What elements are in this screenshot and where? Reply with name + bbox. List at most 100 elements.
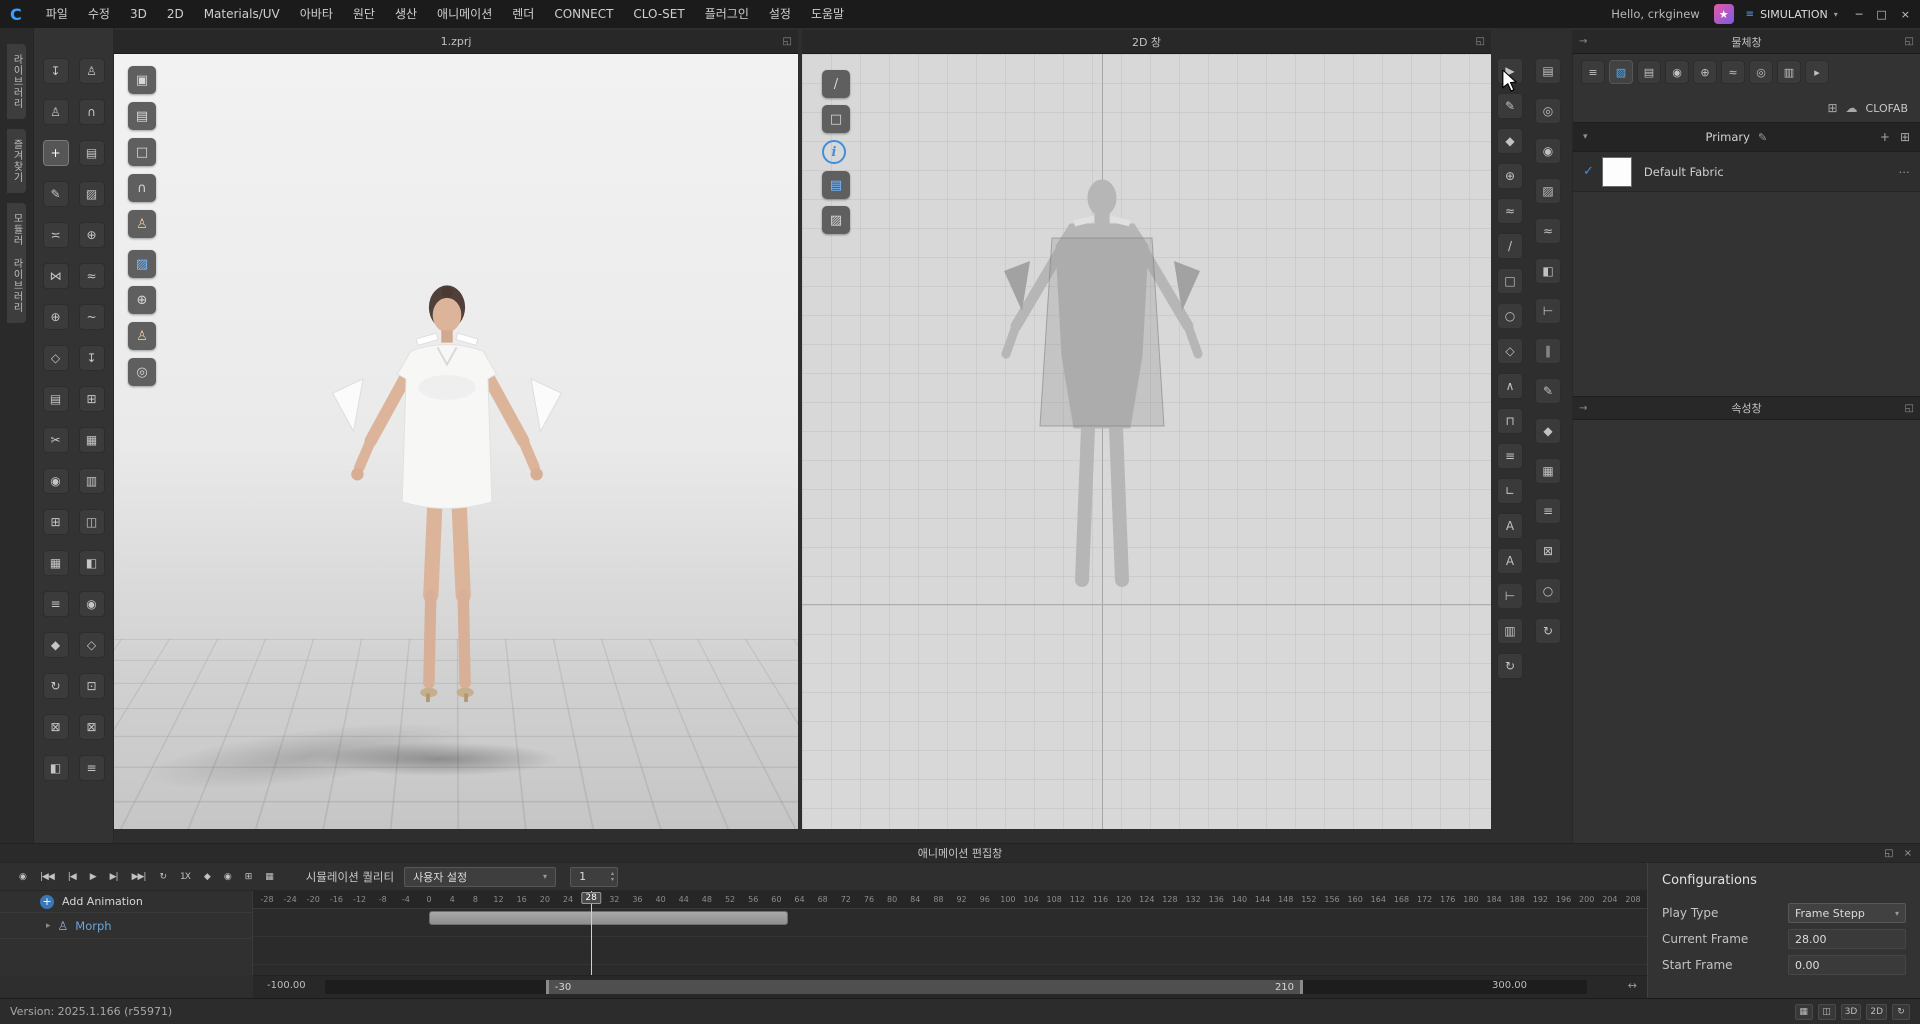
scissors-icon[interactable]: ✂ (43, 427, 69, 453)
pen-tool-icon[interactable]: ✎ (43, 181, 69, 207)
zipper-icon[interactable]: ◆ (43, 632, 69, 658)
tab-library[interactable]: 라이브러리 (7, 44, 26, 119)
add-point-icon[interactable]: ⊕ (1497, 163, 1523, 189)
topstitch-icon[interactable]: ▦ (43, 550, 69, 576)
button-tab-icon[interactable]: ◎ (1749, 60, 1773, 84)
close-button[interactable]: × (1901, 8, 1910, 21)
toggle-3d-button[interactable]: 3D (1841, 1004, 1862, 1020)
wind-icon[interactable]: ~ (79, 304, 105, 330)
trace-icon[interactable]: ∟ (1497, 478, 1523, 504)
text-tool-icon[interactable]: A (1497, 513, 1523, 539)
remove-icon[interactable]: ⊠ (1535, 538, 1561, 564)
start-frame-input[interactable] (1788, 955, 1906, 975)
select-move-icon[interactable]: + (43, 140, 69, 166)
menu-item[interactable]: 아바타 (290, 0, 343, 28)
menu-item[interactable]: 수정 (78, 0, 120, 28)
snapshot-button[interactable]: ⊞ (238, 872, 259, 882)
layer-tab-icon[interactable]: ▥ (1777, 60, 1801, 84)
float-window-icon[interactable]: ◱ (1884, 848, 1893, 859)
menu-item[interactable]: 원단 (343, 0, 385, 28)
sewing-icon[interactable]: ⋈ (43, 263, 69, 289)
mirror-icon[interactable]: ◫ (79, 509, 105, 535)
next-frame-button[interactable]: ▶| (103, 872, 125, 882)
sphere-tab-icon[interactable]: ◉ (1665, 60, 1689, 84)
layout-3d-button[interactable]: ▦ (1795, 1004, 1813, 1020)
menu-item[interactable]: 플러그인 (695, 0, 759, 28)
menu-item[interactable]: CONNECT (544, 0, 623, 28)
menu-item[interactable]: 2D (157, 0, 194, 28)
edit-pattern-icon[interactable]: ✎ (1497, 93, 1523, 119)
show-base-fabric-icon[interactable]: ▨ (822, 206, 850, 234)
grading-text-icon[interactable]: A (1497, 548, 1523, 574)
steam-icon[interactable]: ≈ (79, 263, 105, 289)
playhead[interactable]: 28 (591, 891, 592, 975)
fabric-tab-icon[interactable]: ▨ (1609, 60, 1633, 84)
menu-item[interactable]: 3D (120, 0, 157, 28)
keypoint-icon[interactable]: ◆ (1535, 418, 1561, 444)
texture-icon[interactable]: ▨ (79, 181, 105, 207)
uv-icon[interactable]: ⊞ (79, 386, 105, 412)
morph-clip-bar[interactable] (429, 911, 788, 925)
transform-pattern-icon[interactable]: ▶ (1497, 58, 1523, 84)
sync-icon[interactable]: ↻ (1497, 653, 1523, 679)
tape-measure-icon[interactable]: ⊢ (1535, 298, 1561, 324)
fabric-list-item[interactable]: ✓ Default Fabric ⋯ (1573, 152, 1920, 192)
show-pattern-icon[interactable]: ▤ (79, 140, 105, 166)
strain-map-icon[interactable]: ▨ (1535, 178, 1561, 204)
viewport-3d-canvas[interactable]: ▣▤□∩♙ ▨⊕♙◎ (114, 54, 798, 829)
add-animation-button[interactable]: + Add Animation (0, 891, 252, 913)
grid-icon[interactable]: ▦ (79, 427, 105, 453)
mode-select[interactable]: ≡ SIMULATION ▾ (1746, 8, 1838, 21)
current-frame-input[interactable] (1788, 929, 1906, 949)
sketch-line-icon[interactable]: / (822, 70, 850, 98)
cloud-icon[interactable]: ☁ (1846, 101, 1858, 115)
hanger-icon[interactable]: ∩ (79, 99, 105, 125)
timeline-area[interactable]: -28-24-20-16-12-8-4048121620242832364044… (253, 891, 1647, 975)
refresh-button[interactable]: ↻ (1892, 1004, 1910, 1020)
avatar-pose-icon[interactable]: ♙ (43, 99, 69, 125)
record-pose-button[interactable]: ◉ (217, 872, 238, 882)
tab-favorites[interactable]: 즐겨찾기 (7, 129, 26, 193)
go-to-end-button[interactable]: ▶▶| (125, 872, 153, 882)
flatten-icon[interactable]: ↻ (43, 673, 69, 699)
go-to-start-button[interactable]: |◀◀ (33, 872, 61, 882)
gravity-icon[interactable]: ↧ (79, 345, 105, 371)
keyframe-button[interactable]: ◆ (197, 872, 217, 882)
spinner-down-icon[interactable]: ▾ (611, 877, 614, 883)
bake-icon[interactable]: ◉ (79, 591, 105, 617)
zigzag-brush-icon[interactable]: ≈ (1535, 218, 1561, 244)
measure-icon[interactable]: ◧ (43, 755, 69, 781)
pattern-annotate-icon[interactable]: ▥ (1497, 618, 1523, 644)
previous-frame-button[interactable]: |◀ (61, 872, 83, 882)
menu-item[interactable]: 파일 (36, 0, 78, 28)
annotate-2d-icon[interactable]: ✎ (1535, 378, 1561, 404)
world-axis-icon[interactable]: ◎ (128, 358, 156, 386)
stitch-list-icon[interactable]: ≡ (1535, 498, 1561, 524)
show-garment-display-icon[interactable]: ▨ (128, 250, 156, 278)
collapse-arrow-icon[interactable]: → (1579, 403, 1587, 414)
chevron-down-icon[interactable]: ▾ (1583, 132, 1588, 142)
range-max-value[interactable]: 300.00 (1492, 980, 1527, 991)
pin-tab-icon[interactable]: ⊕ (1693, 60, 1717, 84)
edit-icon[interactable]: ✎ (1758, 131, 1767, 144)
overflow-icon[interactable]: ▸ (1805, 60, 1829, 84)
play-type-select[interactable]: Frame Stepp ▾ (1788, 903, 1906, 923)
pin-icon[interactable]: ⊕ (43, 304, 69, 330)
tack-icon[interactable]: ⊕ (79, 222, 105, 248)
float-window-icon[interactable]: ◱ (783, 36, 792, 47)
play-button[interactable]: ▶ (83, 872, 103, 882)
tab-modular-library[interactable]: 모듈러 라이브러리 (7, 203, 26, 323)
fit-range-icon[interactable]: ↔ (1628, 979, 1637, 992)
menu-item[interactable]: 애니메이션 (427, 0, 502, 28)
layout-split-button[interactable]: ◫ (1818, 1004, 1836, 1020)
user-greeting[interactable]: Hello, crkginew (1611, 7, 1699, 21)
float-window-icon[interactable]: ◱ (1476, 36, 1485, 47)
layer-icon[interactable]: ▥ (79, 468, 105, 494)
morph-track-row[interactable]: ▸ ♙ Morph (0, 913, 252, 939)
grading-icon[interactable]: ◧ (79, 550, 105, 576)
video-capture-button[interactable]: ▦ (258, 872, 280, 882)
add-folder-icon[interactable]: ⊞ (1827, 101, 1837, 115)
polygon-tool-icon[interactable]: ◇ (1497, 338, 1523, 364)
range-track[interactable]: -30 210 (325, 980, 1587, 994)
range-selected[interactable]: -30 210 (546, 980, 1303, 994)
